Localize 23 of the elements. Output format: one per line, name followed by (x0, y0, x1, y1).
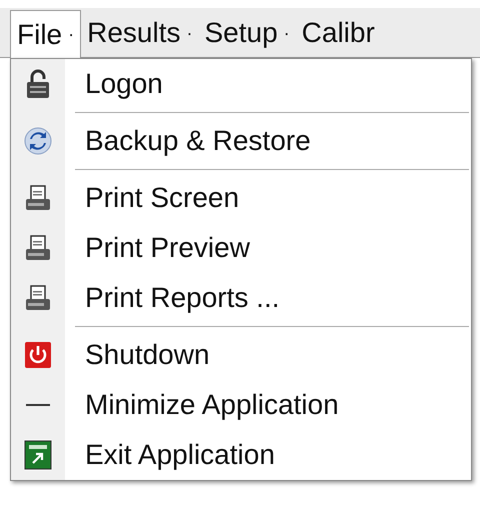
menu-item[interactable]: Backup & Restore (11, 116, 471, 166)
menu-item[interactable]: Logon (11, 59, 471, 109)
menu-tab[interactable]: Setup · (198, 9, 296, 57)
padlock-icon (25, 69, 51, 99)
menu-tab[interactable]: File · (10, 10, 82, 58)
menu-item[interactable]: Minimize Application (11, 380, 471, 430)
sync-icon (24, 127, 52, 155)
menu-item[interactable]: Shutdown (11, 330, 471, 380)
dropdown-marker: · (284, 22, 290, 44)
dropdown-marker: · (68, 23, 74, 46)
menu-item[interactable]: Print Preview (11, 223, 471, 273)
menu-item[interactable]: Exit Application (11, 430, 471, 480)
menu-tab[interactable]: Results · (81, 9, 198, 57)
menu-tab[interactable]: Calibr (296, 9, 381, 57)
menu-item[interactable]: Print Screen (11, 173, 471, 223)
printer-icon (24, 234, 52, 262)
power-icon (24, 341, 52, 369)
minimize-icon (26, 403, 50, 407)
exit-icon (24, 440, 52, 470)
dropdown-marker: · (186, 22, 192, 44)
printer-icon (24, 284, 52, 312)
printer-icon (24, 184, 52, 212)
menu-item[interactable]: Print Reports ... (11, 273, 471, 323)
